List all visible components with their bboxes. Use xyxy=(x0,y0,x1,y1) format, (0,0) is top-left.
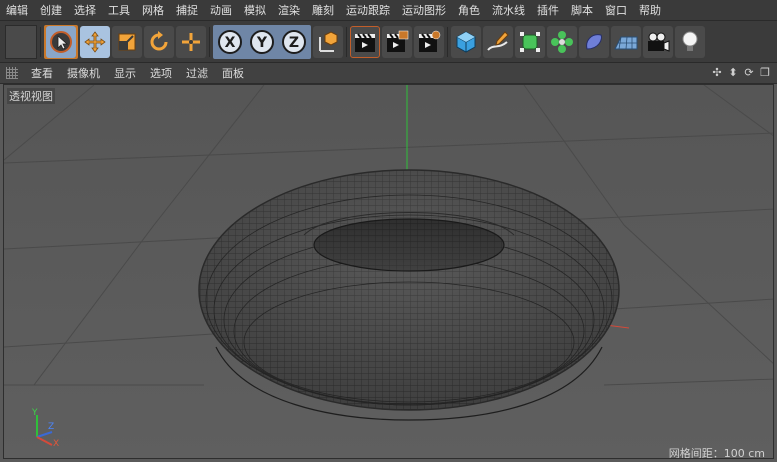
toolbar-separator xyxy=(40,26,41,57)
cube-object-button[interactable] xyxy=(451,25,481,58)
cursor-icon xyxy=(50,30,72,53)
menu-item-15[interactable]: 脚本 xyxy=(565,2,599,18)
toolbar-separator xyxy=(346,26,347,57)
menu-item-2[interactable]: 选择 xyxy=(68,2,102,18)
pan-icon[interactable]: ✣ xyxy=(711,65,723,79)
menu-item-8[interactable]: 渲染 xyxy=(272,2,306,18)
menu-item-16[interactable]: 窗口 xyxy=(599,2,633,18)
svg-text:Z: Z xyxy=(48,422,54,432)
light-bulb-icon xyxy=(682,31,698,51)
perspective-viewport[interactable]: Y Z X 透视视图 网格间距：100 cm xyxy=(3,84,774,459)
menu-item-1[interactable]: 创建 xyxy=(34,2,68,18)
cloner-button[interactable] xyxy=(547,25,577,58)
menu-item-11[interactable]: 运动图形 xyxy=(396,2,452,18)
cube-icon xyxy=(456,30,476,53)
menu-item-14[interactable]: 插件 xyxy=(531,2,565,18)
coordinate-system-button[interactable] xyxy=(313,25,343,58)
toolbar-undo-area[interactable] xyxy=(5,24,37,59)
viewport-scene: Y Z X xyxy=(4,85,773,449)
crosshair-icon xyxy=(182,32,200,51)
viewport-menu-filter[interactable]: 过滤 xyxy=(179,65,215,81)
main-toolbar: X Y Z xyxy=(0,21,777,63)
spline-pen-button[interactable] xyxy=(483,25,513,58)
scale-icon xyxy=(118,33,136,50)
floor-button[interactable] xyxy=(611,25,641,58)
svg-text:Z: Z xyxy=(289,35,299,51)
floor-icon xyxy=(614,36,638,49)
menu-item-6[interactable]: 动画 xyxy=(204,2,238,18)
selection-tool-group xyxy=(44,24,78,59)
menu-item-12[interactable]: 角色 xyxy=(452,2,486,18)
subdivision-icon xyxy=(520,31,540,52)
light-button[interactable] xyxy=(675,25,705,58)
camera-icon xyxy=(648,32,670,52)
rotate-tool-button[interactable] xyxy=(144,25,174,58)
menu-item-7[interactable]: 模拟 xyxy=(238,2,272,18)
axis-x-button[interactable]: X xyxy=(215,25,245,58)
viewport-title: 透视视图 xyxy=(7,88,55,104)
clapperboard-picture-icon xyxy=(387,30,409,52)
axis-y-icon: Y xyxy=(250,29,274,54)
viewport-grip-icon xyxy=(6,67,18,79)
viewport-menu-panel[interactable]: 面板 xyxy=(215,65,251,81)
clapperboard-icon xyxy=(355,32,375,52)
menu-item-4[interactable]: 网格 xyxy=(136,2,170,18)
menu-item-5[interactable]: 捕捉 xyxy=(170,2,204,18)
menu-item-13[interactable]: 流水线 xyxy=(486,2,531,18)
menu-item-3[interactable]: 工具 xyxy=(102,2,136,18)
toolbar-separator xyxy=(209,26,210,57)
menu-item-10[interactable]: 运动跟踪 xyxy=(340,2,396,18)
viewport-menu-display[interactable]: 显示 xyxy=(107,65,143,81)
viewport-menu-view[interactable]: 查看 xyxy=(24,65,60,81)
move-tool-button[interactable] xyxy=(80,25,110,58)
menu-item-17[interactable]: 帮助 xyxy=(633,2,667,18)
axis-y-button[interactable]: Y xyxy=(247,25,277,58)
axis-z-button[interactable]: Z xyxy=(279,25,309,58)
axis-x-icon: X xyxy=(218,29,242,54)
last-tool-button[interactable] xyxy=(176,25,206,58)
coordinate-system-icon xyxy=(319,30,338,52)
clapperboard-gear-icon xyxy=(419,30,441,52)
viewport-nav-controls: ✣ ⬍ ⟳ ❐ xyxy=(711,65,771,79)
viewport-menubar: 查看 摄像机 显示 选项 过滤 面板 ✣ ⬍ ⟳ ❐ xyxy=(0,63,777,84)
torus-object[interactable] xyxy=(198,169,620,421)
render-view-button[interactable] xyxy=(350,25,380,58)
maximize-icon[interactable]: ❐ xyxy=(759,65,771,79)
render-to-picture-viewer-button[interactable] xyxy=(382,25,412,58)
main-menubar: 编辑 创建 选择 工具 网格 捕捉 动画 模拟 渲染 雕刻 运动跟踪 运动图形 角色 流水线 插件 脚本 窗口帮… xyxy=(0,0,777,21)
viewport-menu-cameras[interactable]: 摄像机 xyxy=(60,65,107,81)
camera-button[interactable] xyxy=(643,25,673,58)
zoom-icon[interactable]: ⬍ xyxy=(727,65,739,79)
toolbar-separator xyxy=(447,26,448,57)
viewport-menu-options[interactable]: 选项 xyxy=(143,65,179,81)
scale-tool-button[interactable] xyxy=(112,25,142,58)
axis-z-icon: Z xyxy=(282,29,306,54)
orbit-icon[interactable]: ⟳ xyxy=(743,65,755,79)
svg-text:Y: Y xyxy=(31,408,38,418)
menu-item-0[interactable]: 编辑 xyxy=(0,2,34,18)
subdivision-surface-button[interactable] xyxy=(515,25,545,58)
svg-text:X: X xyxy=(225,35,236,51)
render-settings-button[interactable] xyxy=(414,25,444,58)
pen-icon xyxy=(487,30,509,51)
svg-text:Y: Y xyxy=(256,35,268,51)
bend-deformer-icon xyxy=(586,33,602,50)
svg-text:X: X xyxy=(53,439,59,449)
move-icon xyxy=(84,30,106,53)
axis-gizmo: Y Z X xyxy=(31,408,59,449)
grid-spacing-label: 网格间距：100 cm xyxy=(668,447,765,459)
live-selection-button[interactable] xyxy=(46,25,76,58)
cloner-icon xyxy=(551,30,573,53)
rotate-icon xyxy=(150,30,168,50)
deformer-button[interactable] xyxy=(579,25,609,58)
menu-item-9[interactable]: 雕刻 xyxy=(306,2,340,18)
axis-lock-group: X Y Z xyxy=(213,24,311,59)
